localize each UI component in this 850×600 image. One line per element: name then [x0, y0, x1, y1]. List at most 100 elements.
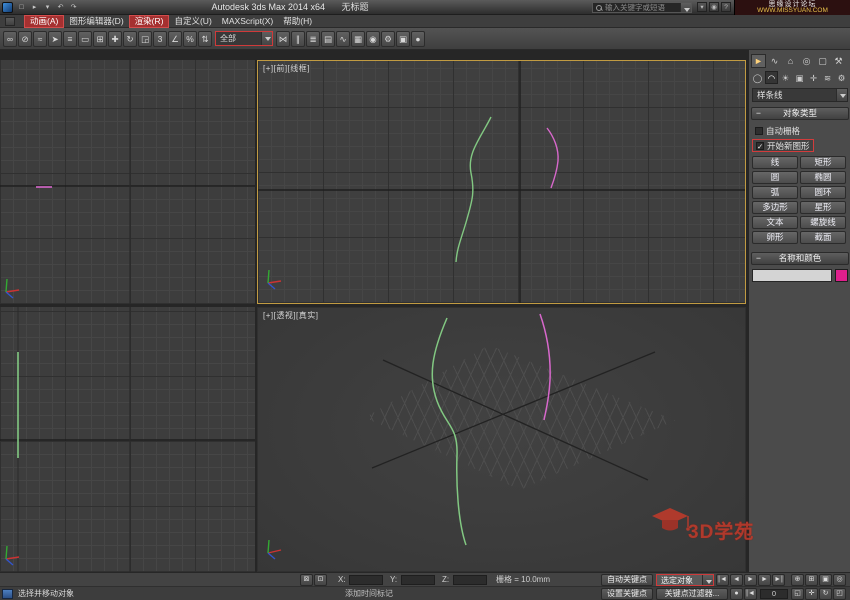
cat-cameras[interactable]: ▣ — [793, 71, 806, 84]
open-file-icon[interactable]: ▸ — [29, 2, 40, 13]
z-coordinate-field[interactable] — [453, 575, 487, 585]
align-icon[interactable]: ∥ — [291, 31, 305, 47]
maxscript-mini-listener[interactable] — [2, 589, 13, 599]
set-key-toggle-button[interactable]: ● — [730, 588, 743, 600]
undo-icon[interactable]: ↶ — [55, 2, 66, 13]
tab-create[interactable]: ► — [751, 54, 766, 68]
chevron-down-icon[interactable] — [702, 575, 713, 585]
layer-manager-icon[interactable]: ≣ — [306, 31, 320, 47]
unlink-selection-icon[interactable]: ⊘ — [18, 31, 32, 47]
play-button[interactable]: ► — [744, 574, 757, 586]
zoom-extents-icon[interactable]: ▣ — [819, 574, 832, 586]
pan-icon[interactable]: ✛ — [805, 588, 818, 600]
menu-item[interactable]: 图形编辑器(D) — [64, 15, 128, 28]
object-type-button[interactable]: 螺旋线 — [800, 216, 846, 229]
zoom-icon[interactable]: ⊕ — [791, 574, 804, 586]
pink-spline-front-view[interactable] — [547, 128, 558, 188]
key-step-button[interactable]: |◄ — [744, 588, 757, 600]
maximize-viewport-icon[interactable]: ◰ — [833, 588, 846, 600]
select-by-name-icon[interactable]: ≡ — [63, 31, 77, 47]
start-new-shape-checkbox-row[interactable]: ✓ 开始新图形 — [752, 139, 814, 152]
autogrid-checkbox-row[interactable]: 自动栅格 — [755, 124, 800, 137]
auto-key-button[interactable]: 自动关键点 — [601, 574, 653, 586]
render-setup-icon[interactable]: ⚙ — [381, 31, 395, 47]
help-icon[interactable]: ? — [721, 2, 731, 12]
menu-item[interactable]: MAXScript(X) — [217, 15, 278, 28]
orbit-icon[interactable]: ↻ — [819, 588, 832, 600]
field-of-view-icon[interactable]: ◱ — [791, 588, 804, 600]
curve-editor-icon[interactable]: ∿ — [336, 31, 350, 47]
object-type-button[interactable]: 弧 — [752, 186, 798, 199]
percent-snap-icon[interactable]: % — [183, 31, 197, 47]
object-color-swatch[interactable] — [835, 269, 848, 282]
object-type-button[interactable]: 截面 — [800, 231, 846, 244]
cat-lights[interactable]: ☀ — [779, 71, 792, 84]
tab-display[interactable]: ▢ — [815, 54, 830, 68]
object-name-field[interactable] — [752, 269, 832, 282]
absolute-relative-icon[interactable]: ⊡ — [314, 574, 327, 586]
start-new-shape-checkbox[interactable]: ✓ — [756, 142, 764, 150]
search-input[interactable] — [603, 3, 680, 12]
rollout-name-and-color[interactable]: − 名称和颜色 — [751, 252, 849, 265]
save-file-icon[interactable]: ▾ — [42, 2, 53, 13]
app-logo[interactable] — [2, 2, 13, 13]
selection-lock-icon[interactable]: ⊠ — [300, 574, 313, 586]
menu-grid-icon[interactable] — [5, 17, 15, 26]
set-key-button[interactable]: 设置关键点 — [601, 588, 653, 600]
key-mode-dropdown[interactable]: 选定对象 — [656, 574, 714, 586]
redo-icon[interactable]: ↷ — [68, 2, 79, 13]
pink-spline-perspective[interactable] — [540, 314, 550, 420]
object-type-button[interactable]: 多边形 — [752, 201, 798, 214]
new-scene-icon[interactable]: □ — [16, 2, 27, 13]
key-filters-button[interactable]: 关键点过滤器... — [656, 588, 728, 600]
autogrid-checkbox[interactable] — [755, 127, 763, 135]
viewport-front-label[interactable]: [+][前][线框] — [263, 63, 310, 74]
mirror-icon[interactable]: ⋈ — [276, 31, 290, 47]
cat-shapes[interactable]: ◠ — [765, 71, 778, 84]
previous-frame-button[interactable]: ◄ — [730, 574, 743, 586]
rollout-object-type[interactable]: − 对象类型 — [751, 107, 849, 120]
cat-space-warps[interactable]: ≋ — [821, 71, 834, 84]
go-to-end-button[interactable]: ►| — [772, 574, 785, 586]
select-and-scale-icon[interactable]: ◲ — [138, 31, 152, 47]
communication-center-icon[interactable]: ◉ — [709, 2, 719, 12]
spinner-snap-icon[interactable]: ⇅ — [198, 31, 212, 47]
go-to-start-button[interactable]: |◄ — [716, 574, 729, 586]
graphite-ribbon-icon[interactable]: ▤ — [321, 31, 335, 47]
zoom-all-icon[interactable]: ⊞ — [805, 574, 818, 586]
object-type-button[interactable]: 椭圆 — [800, 171, 846, 184]
sign-in-icon[interactable]: ▾ — [697, 2, 707, 12]
object-type-button[interactable]: 圆环 — [800, 186, 846, 199]
object-type-button[interactable]: 文本 — [752, 216, 798, 229]
cat-systems[interactable]: ⚙ — [835, 71, 848, 84]
object-type-button[interactable]: 星形 — [800, 201, 846, 214]
x-coordinate-field[interactable] — [349, 575, 383, 585]
infocenter-search[interactable] — [592, 2, 692, 13]
next-frame-button[interactable]: ► — [758, 574, 771, 586]
viewport-left[interactable] — [0, 307, 255, 572]
rendered-frame-icon[interactable]: ▣ — [396, 31, 410, 47]
menu-item[interactable]: 帮助(H) — [278, 15, 317, 28]
snap-toggle-icon[interactable]: 3 — [153, 31, 167, 47]
object-type-button[interactable]: 矩形 — [800, 156, 846, 169]
viewport-front[interactable]: [+][前][线框] — [257, 60, 746, 304]
select-and-move-icon[interactable]: ✚ — [108, 31, 122, 47]
dope-sheet-icon[interactable]: ▦ — [351, 31, 365, 47]
chevron-down-icon[interactable] — [261, 32, 272, 45]
selection-filter-dropdown[interactable]: 全部 — [215, 31, 273, 46]
window-crossing-icon[interactable]: ⊞ — [93, 31, 107, 47]
select-and-link-icon[interactable]: ∞ — [3, 31, 17, 47]
selection-region-icon[interactable]: ▭ — [78, 31, 92, 47]
chevron-down-icon[interactable] — [836, 89, 847, 101]
search-dropdown-arrow-icon[interactable] — [680, 3, 691, 12]
tab-utilities[interactable]: ⚒ — [831, 54, 846, 68]
object-type-button[interactable]: 圆 — [752, 171, 798, 184]
current-frame-field[interactable]: 0 — [760, 589, 788, 599]
viewport-top[interactable] — [0, 60, 255, 304]
tab-hierarchy[interactable]: ⌂ — [783, 54, 798, 68]
bind-to-space-warp-icon[interactable]: ≈ — [33, 31, 47, 47]
object-type-button[interactable]: 卵形 — [752, 231, 798, 244]
tab-motion[interactable]: ◎ — [799, 54, 814, 68]
zoom-extents-all-icon[interactable]: ◎ — [833, 574, 846, 586]
cat-geometry[interactable]: ◯ — [751, 71, 764, 84]
